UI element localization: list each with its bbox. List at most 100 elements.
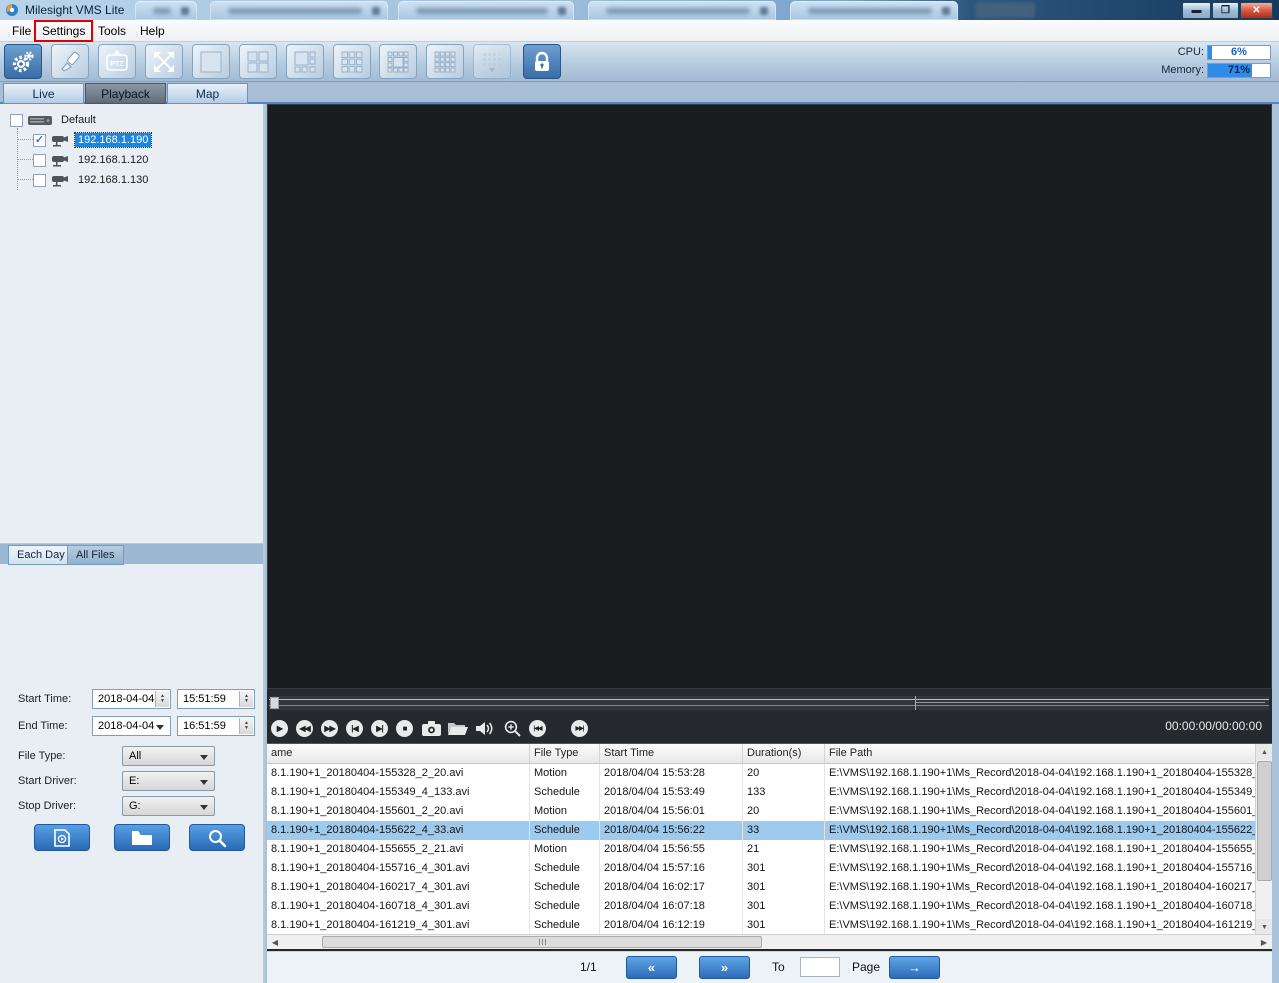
tree-camera-row[interactable]: 192.168.1.120 [33, 151, 151, 169]
layout-13-button[interactable] [379, 44, 417, 79]
column-header-file-type[interactable]: File Type [530, 744, 600, 764]
vertical-scrollbar[interactable]: ▲ ▼ [1255, 744, 1272, 935]
fast-forward-button[interactable]: ▶▶ [321, 720, 338, 737]
next-file-button[interactable]: ▶▶| [571, 720, 588, 737]
table-row[interactable]: 8.1.190+1_20180404-155601_2_20.aviMotion… [267, 802, 1255, 821]
end-date-dropdown-caret[interactable] [156, 725, 164, 730]
tree-camera-label-120[interactable]: 192.168.1.120 [75, 153, 151, 167]
tab-live[interactable]: Live [3, 83, 84, 104]
tab-map[interactable]: Map [167, 83, 248, 104]
end-date-input[interactable]: 2018-04-04 [92, 716, 171, 736]
layout-4-button[interactable] [239, 44, 277, 79]
checkbox-default[interactable] [10, 114, 23, 127]
scroll-down-arrow[interactable]: ▼ [1256, 919, 1273, 935]
table-row[interactable]: 8.1.190+1_20180404-160718_4_301.aviSched… [267, 897, 1255, 916]
table-cell: 2018/04/04 15:57:16 [600, 859, 743, 878]
fullscreen-button[interactable] [145, 44, 183, 79]
end-time-input[interactable]: 16:51:59 ▲▼ [177, 716, 255, 736]
table-row[interactable]: 8.1.190+1_20180404-155328_2_20.aviMotion… [267, 764, 1255, 783]
lock-button[interactable] [523, 44, 561, 79]
settings-gear-button[interactable] [4, 44, 42, 79]
layout-1-button[interactable] [192, 44, 230, 79]
start-time-spinner[interactable]: ▲▼ [239, 691, 253, 707]
playback-time: 00:00:00/00:00:00 [1165, 719, 1262, 733]
scroll-right-arrow[interactable]: ▶ [1256, 935, 1272, 949]
checkbox-camera-120[interactable] [33, 154, 46, 167]
maximize-button[interactable]: ❐ [1212, 2, 1239, 19]
start-time-label: Start Time: [18, 693, 71, 705]
play-button[interactable]: ▶ [271, 720, 288, 737]
table-row[interactable]: 8.1.190+1_20180404-161219_4_301.aviSched… [267, 916, 1255, 935]
cpu-label: CPU: [1178, 46, 1204, 58]
search-icon [207, 828, 227, 848]
minimize-button[interactable]: ▬ [1182, 2, 1211, 19]
table-row[interactable]: 8.1.190+1_20180404-155622_4_33.aviSchedu… [267, 821, 1255, 840]
prev-page-button[interactable]: « [626, 956, 677, 979]
menu-settings[interactable]: Settings [36, 22, 91, 40]
column-header-duration[interactable]: Duration(s) [743, 744, 825, 764]
next-frame-button[interactable]: ▶| [371, 720, 388, 737]
timeline-handle[interactable] [270, 697, 279, 709]
menu-help[interactable]: Help [134, 22, 171, 40]
tab-playback[interactable]: Playback [85, 83, 166, 104]
start-date-spinner[interactable]: ▲▼ [155, 691, 169, 707]
tree-root-row[interactable]: Default [10, 111, 99, 129]
open-folder-button[interactable] [114, 824, 170, 851]
prev-frame-button[interactable]: |◀ [346, 720, 363, 737]
menu-tools[interactable]: Tools [92, 22, 132, 40]
layout-16-button[interactable] [426, 44, 464, 79]
start-driver-select[interactable]: E: [122, 771, 215, 791]
layout-more-button[interactable] [473, 44, 511, 79]
start-time-input[interactable]: 15:51:59 ▲▼ [177, 689, 255, 709]
vertical-scroll-thumb[interactable] [1257, 761, 1272, 881]
tree-camera-label-190[interactable]: 192.168.1.190 [75, 133, 151, 147]
table-row[interactable]: 8.1.190+1_20180404-155655_2_21.aviMotion… [267, 840, 1255, 859]
horizontal-scroll-thumb[interactable] [322, 936, 762, 948]
tab-all-files[interactable]: All Files [67, 545, 124, 565]
stop-driver-select[interactable]: G: [122, 796, 215, 816]
go-page-button[interactable]: → [889, 956, 940, 979]
timeline-scroll-thumb[interactable] [915, 696, 1265, 710]
checkbox-camera-190[interactable]: ✓ [33, 134, 46, 147]
next-page-button[interactable]: » [699, 956, 750, 979]
tree-camera-row[interactable]: ✓ 192.168.1.190 [33, 131, 151, 149]
timeline-track[interactable] [269, 696, 1269, 710]
stop-button[interactable]: ■ [396, 720, 413, 737]
table-row[interactable]: 8.1.190+1_20180404-155349_4_133.aviSched… [267, 783, 1255, 802]
fast-forward-icon: ▶▶ [324, 724, 334, 733]
search-button[interactable] [189, 824, 245, 851]
tree-root-label[interactable]: Default [58, 113, 99, 127]
table-row[interactable]: 8.1.190+1_20180404-155716_4_301.aviSched… [267, 859, 1255, 878]
digital-zoom-button[interactable] [502, 719, 522, 737]
tree-camera-row[interactable]: 192.168.1.130 [33, 171, 151, 189]
layout-6-button[interactable] [286, 44, 324, 79]
checkbox-camera-130[interactable] [33, 174, 46, 187]
dropdown-caret [200, 755, 208, 760]
ptz-button[interactable]: PTZ [98, 44, 136, 79]
column-header-start-time[interactable]: Start Time [600, 744, 743, 764]
tree-camera-label-130[interactable]: 192.168.1.130 [75, 173, 151, 187]
close-button[interactable]: ✕ [1240, 2, 1273, 19]
end-time-spinner[interactable]: ▲▼ [239, 718, 253, 734]
brush-button[interactable] [51, 44, 89, 79]
column-header-name[interactable]: ame [267, 744, 530, 764]
brush-icon [59, 51, 81, 73]
file-type-select[interactable]: All [122, 746, 215, 766]
prev-file-button[interactable]: |◀◀ [529, 720, 546, 737]
snapshot-button[interactable] [421, 719, 441, 737]
menu-file[interactable]: File [6, 22, 37, 40]
tab-each-day[interactable]: Each Day [8, 545, 74, 565]
start-date-input[interactable]: 2018-04-04 ▲▼ [92, 689, 171, 709]
table-row[interactable]: 8.1.190+1_20180404-160217_4_301.aviSched… [267, 878, 1255, 897]
file-folder-button[interactable] [448, 719, 468, 737]
export-video-button[interactable] [34, 824, 90, 851]
volume-button[interactable] [475, 719, 495, 737]
scroll-up-arrow[interactable]: ▲ [1256, 744, 1273, 760]
horizontal-scrollbar[interactable]: ◀ ▶ [267, 934, 1272, 949]
scroll-left-arrow[interactable]: ◀ [267, 935, 283, 949]
rewind-button[interactable]: ◀◀ [296, 720, 313, 737]
page-number-input[interactable] [800, 957, 840, 977]
column-header-file-path[interactable]: File Path [825, 744, 1255, 764]
video-display-area[interactable] [267, 104, 1272, 689]
layout-9-button[interactable] [333, 44, 371, 79]
